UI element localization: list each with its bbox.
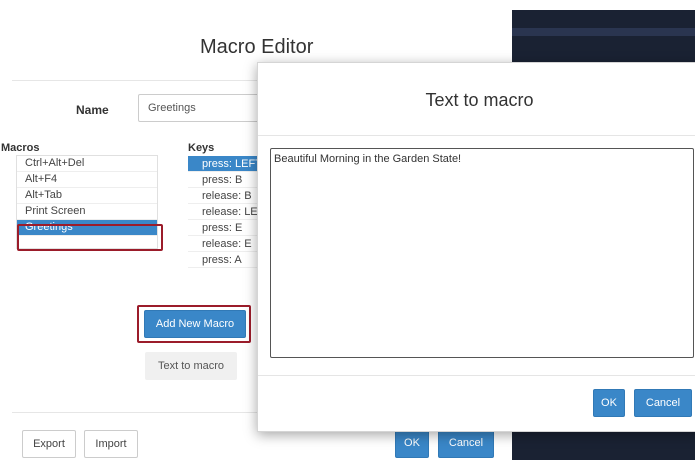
key-item[interactable]: release: E	[188, 236, 268, 252]
add-new-macro-button[interactable]: Add New Macro	[144, 310, 246, 338]
editor-cancel-button[interactable]: Cancel	[438, 428, 494, 458]
name-input[interactable]	[138, 94, 268, 122]
macro-item-alt-f4[interactable]: Alt+F4	[17, 172, 157, 188]
macro-text-input[interactable]	[270, 148, 694, 358]
key-item[interactable]: release: LEFT	[188, 204, 268, 220]
dialog-footer-divider	[258, 375, 695, 376]
macro-item-ctrl-alt-del[interactable]: Ctrl+Alt+Del	[17, 156, 157, 172]
export-button[interactable]: Export	[22, 430, 76, 458]
macro-list[interactable]: Ctrl+Alt+Del Alt+F4 Alt+Tab Print Screen…	[16, 155, 158, 249]
background-stripe	[510, 28, 695, 36]
editor-title: Macro Editor	[200, 36, 314, 58]
text-to-macro-dialog: Text to macro OK Cancel	[257, 62, 695, 432]
editor-ok-button[interactable]: OK	[395, 428, 429, 458]
macro-item-print-screen[interactable]: Print Screen	[17, 204, 157, 220]
dialog-cancel-button[interactable]: Cancel	[634, 389, 692, 417]
key-item[interactable]: press: E	[188, 220, 268, 236]
dialog-title: Text to macro	[425, 90, 534, 110]
key-list[interactable]: press: LEFT press: B release: B release:…	[188, 156, 268, 278]
key-item[interactable]: press: B	[188, 172, 268, 188]
background-top-bar	[510, 0, 695, 10]
key-item[interactable]: press: A	[188, 252, 268, 268]
dialog-ok-button[interactable]: OK	[593, 389, 625, 417]
dialog-header-divider	[258, 135, 695, 136]
name-label: Name	[76, 103, 109, 117]
keys-label: Keys	[188, 142, 215, 154]
macros-label: Macros	[1, 142, 40, 154]
key-item[interactable]: release: B	[188, 188, 268, 204]
macro-item-greetings[interactable]: Greetings	[17, 220, 157, 236]
import-button[interactable]: Import	[84, 430, 138, 458]
macro-item-alt-tab[interactable]: Alt+Tab	[17, 188, 157, 204]
text-to-macro-button[interactable]: Text to macro	[145, 352, 237, 380]
key-item[interactable]: press: LEFT	[188, 156, 268, 172]
